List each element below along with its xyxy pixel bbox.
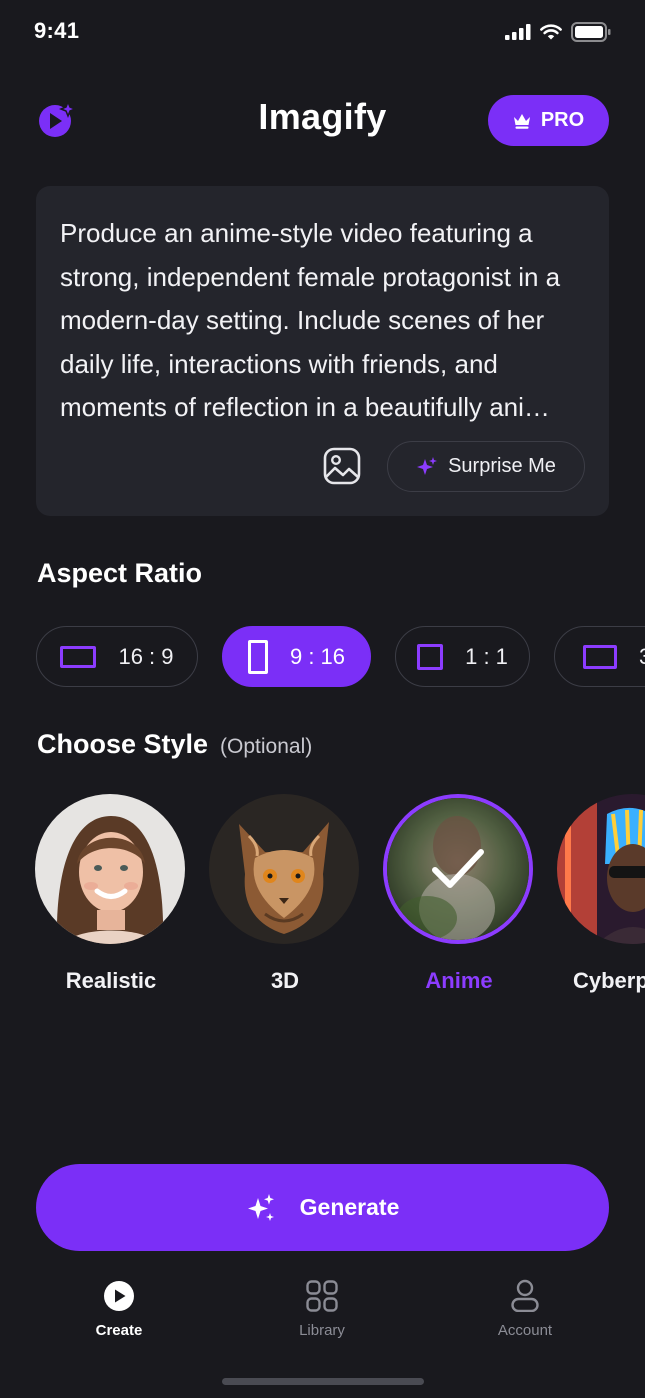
play-circle-icon bbox=[104, 1281, 134, 1311]
tab-account[interactable]: Account bbox=[465, 1276, 585, 1339]
sparkles-icon bbox=[247, 1193, 274, 1221]
prompt-card[interactable]: Produce an anime-style video featuring a… bbox=[36, 186, 609, 516]
style-label: Realistic bbox=[65, 968, 157, 993]
home-indicator bbox=[222, 1378, 424, 1385]
surprise-me-button[interactable]: Surprise Me bbox=[387, 441, 585, 492]
portrait-icon bbox=[247, 639, 268, 674]
ratio-label: 3 bbox=[639, 644, 645, 670]
anime-preview-image bbox=[387, 798, 529, 940]
tab-label: Create bbox=[95, 1322, 143, 1339]
crown-icon bbox=[513, 113, 530, 129]
generate-label: Generate bbox=[299, 1194, 400, 1220]
status-icons bbox=[505, 22, 611, 42]
signal-icon bbox=[505, 24, 531, 40]
style-label: Cyberp bbox=[573, 968, 645, 993]
landscape-icon bbox=[60, 645, 97, 668]
style-label: Anime bbox=[425, 968, 493, 993]
surprise-me-label: Surprise Me bbox=[448, 455, 556, 477]
grid-icon bbox=[306, 1280, 338, 1312]
square-icon bbox=[417, 643, 444, 670]
style-3d[interactable]: 3D bbox=[209, 794, 361, 994]
landscape-icon bbox=[583, 644, 617, 669]
pro-button[interactable]: PRO bbox=[488, 95, 609, 146]
style-cyberpunk[interactable]: Cyberp bbox=[557, 794, 645, 994]
style-anime[interactable]: Anime bbox=[383, 794, 535, 994]
image-upload-icon[interactable] bbox=[322, 446, 362, 486]
app-header: Imagify PRO bbox=[0, 86, 645, 154]
ratio-9-16[interactable]: 9 : 16 bbox=[222, 626, 371, 687]
user-icon bbox=[511, 1279, 539, 1312]
choose-style-label: Choose Style bbox=[37, 729, 209, 759]
status-time: 9:41 bbox=[34, 18, 80, 43]
style-thumbnail bbox=[209, 794, 359, 944]
ratio-label: 1 : 1 bbox=[465, 643, 508, 669]
style-label: 3D bbox=[270, 968, 300, 993]
ratio-label: 9 : 16 bbox=[289, 643, 346, 669]
aspect-ratio-options: 16 : 9 9 : 16 1 : 1 3 bbox=[0, 626, 645, 688]
tab-bar: Create Library Account bbox=[0, 1276, 645, 1356]
status-bar: 9:41 bbox=[0, 0, 645, 66]
style-thumbnail bbox=[383, 794, 533, 944]
tab-label: Library bbox=[299, 1322, 345, 1339]
style-thumbnail bbox=[557, 794, 645, 944]
wifi-icon bbox=[540, 24, 562, 40]
generate-button[interactable]: Generate bbox=[36, 1164, 609, 1251]
style-realistic[interactable]: Realistic bbox=[35, 794, 187, 994]
ratio-1-1[interactable]: 1 : 1 bbox=[395, 626, 530, 687]
battery-icon bbox=[571, 22, 611, 42]
tab-create[interactable]: Create bbox=[59, 1276, 179, 1339]
sparkle-icon bbox=[417, 456, 438, 475]
3d-cat-image bbox=[209, 794, 359, 944]
style-options: Realistic 3D Anime Cyberp bbox=[0, 794, 645, 1004]
ratio-more[interactable]: 3 bbox=[554, 626, 645, 687]
tab-library[interactable]: Library bbox=[262, 1276, 382, 1339]
style-thumbnail bbox=[35, 794, 185, 944]
ratio-16-9[interactable]: 16 : 9 bbox=[36, 626, 198, 687]
realistic-portrait-image bbox=[35, 794, 185, 944]
prompt-text[interactable]: Produce an anime-style video featuring a… bbox=[60, 212, 590, 432]
aspect-ratio-title: Aspect Ratio bbox=[37, 558, 203, 588]
pro-label: PRO bbox=[540, 109, 585, 131]
ratio-label: 16 : 9 bbox=[118, 643, 174, 669]
optional-label: (Optional) bbox=[220, 735, 313, 758]
cyberpunk-portrait-image bbox=[557, 794, 645, 944]
tab-label: Account bbox=[497, 1322, 553, 1339]
choose-style-title: Choose Style (Optional) bbox=[37, 729, 312, 760]
